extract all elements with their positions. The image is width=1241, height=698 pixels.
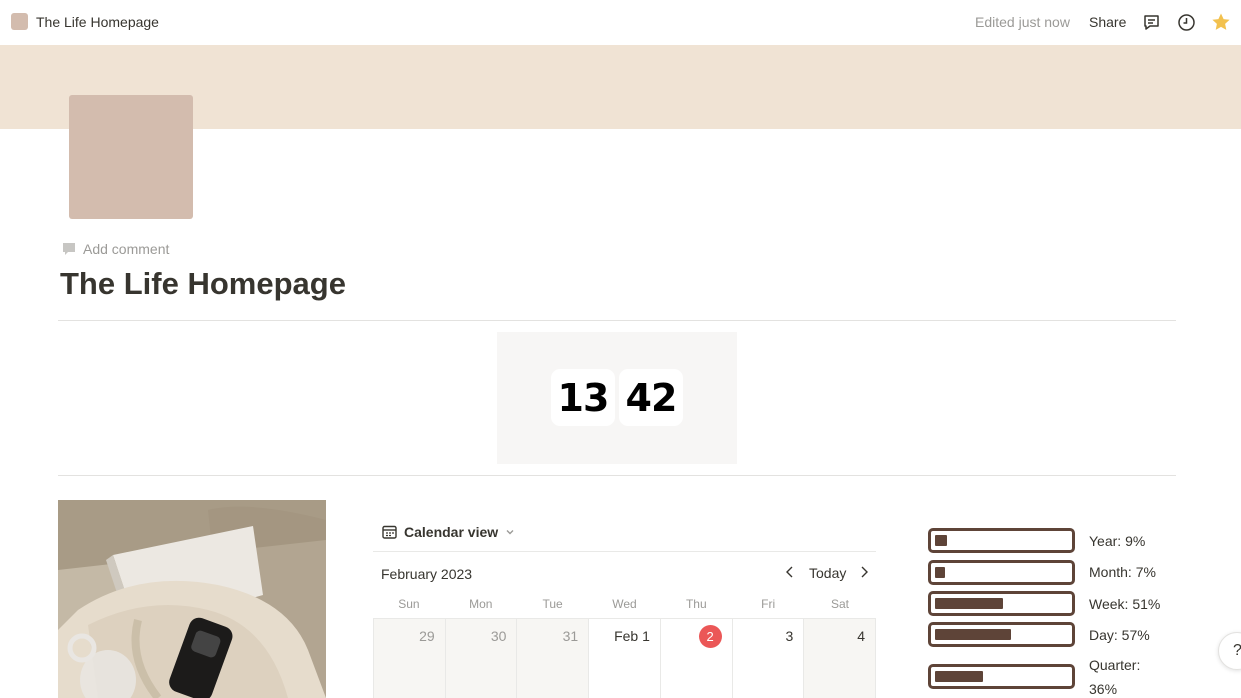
calendar-day-cell[interactable]: Feb 1 — [589, 619, 661, 698]
progress-label-year: Year: 9% — [1089, 533, 1146, 549]
chevron-left-icon[interactable] — [784, 565, 796, 579]
add-comment-label: Add comment — [83, 241, 170, 257]
calendar-day-cell[interactable]: 30 — [445, 619, 518, 698]
progress-bar-quarter — [928, 664, 1075, 689]
calendar-week-row: 29 30 31 Feb 1 2 3 4 — [373, 618, 877, 698]
chevron-down-icon — [506, 530, 514, 535]
help-label: ? — [1233, 642, 1241, 660]
progress-fill — [935, 598, 1003, 609]
weekday-header: Sat — [830, 597, 849, 611]
top-bar: The Life Homepage Edited just now Share — [0, 0, 1241, 45]
progress-label-week: Week: 51% — [1089, 596, 1161, 612]
day-number: 30 — [490, 628, 507, 644]
clock-history-icon[interactable] — [1176, 12, 1196, 32]
breadcrumb-title[interactable]: The Life Homepage — [36, 14, 159, 30]
weekday-header: Tue — [542, 597, 563, 611]
weekday-header: Sun — [398, 597, 420, 611]
progress-fill — [935, 567, 945, 578]
page-icon-small[interactable] — [11, 13, 28, 30]
progress-bar-week — [928, 591, 1075, 616]
day-number: 29 — [419, 628, 435, 644]
progress-bar-year — [928, 528, 1075, 553]
progress-fill — [935, 535, 947, 546]
progress-fill — [935, 629, 1011, 640]
weekday-header: Mon — [469, 597, 493, 611]
calendar-day-cell[interactable]: 3 — [733, 619, 805, 698]
day-number: Feb 1 — [614, 628, 650, 644]
clock-widget: 13 42 — [497, 332, 737, 464]
weekday-header: Thu — [685, 597, 707, 611]
star-icon[interactable] — [1211, 12, 1231, 32]
calendar-view-label: Calendar view — [404, 524, 499, 540]
share-button[interactable]: Share — [1089, 14, 1126, 30]
chevron-right-icon[interactable] — [858, 565, 870, 579]
comment-bubble-icon — [63, 243, 75, 255]
weekday-header-row: Sun Mon Tue Wed Thu Fri Sat — [373, 594, 876, 618]
day-number: 4 — [857, 628, 866, 644]
calendar-day-cell[interactable]: 31 — [517, 619, 590, 698]
page-icon[interactable] — [69, 95, 193, 219]
lifestyle-photo — [58, 500, 326, 698]
calendar-day-cell[interactable]: 4 — [804, 619, 877, 698]
today-badge: 2 — [698, 625, 722, 648]
today-button[interactable]: Today — [809, 565, 846, 581]
divider — [58, 475, 1176, 476]
progress-bar-day — [928, 622, 1075, 647]
clock-minutes: 42 — [619, 369, 683, 426]
comment-icon[interactable] — [1141, 12, 1161, 32]
help-button[interactable]: ? — [1218, 632, 1241, 670]
progress-fill — [935, 671, 983, 682]
add-comment-button[interactable]: Add comment — [62, 241, 169, 257]
page-title[interactable]: The Life Homepage — [60, 266, 346, 302]
progress-label-day: Day: 57% — [1089, 627, 1150, 643]
divider — [58, 320, 1176, 321]
clock-hours: 13 — [551, 369, 615, 426]
progress-label-month: Month: 7% — [1089, 564, 1156, 580]
progress-label-quarter: Quarter: 36% — [1089, 657, 1141, 697]
weekday-header: Wed — [612, 597, 637, 611]
day-number: 31 — [562, 628, 579, 644]
calendar-view-selector[interactable]: Calendar view — [382, 524, 515, 540]
edited-status: Edited just now — [975, 14, 1070, 30]
calendar-day-cell-today[interactable]: 2 — [661, 619, 733, 698]
progress-bar-month — [928, 560, 1075, 585]
calendar-day-cell[interactable]: 29 — [374, 619, 446, 698]
calendar-month: February 2023 — [381, 566, 473, 582]
weekday-header: Fri — [761, 597, 776, 611]
calendar-divider — [373, 551, 876, 552]
calendar-grid: Sun Mon Tue Wed Thu Fri Sat 29 30 31 Feb… — [373, 594, 877, 698]
calendar-icon — [382, 525, 397, 539]
day-number: 3 — [785, 628, 794, 644]
